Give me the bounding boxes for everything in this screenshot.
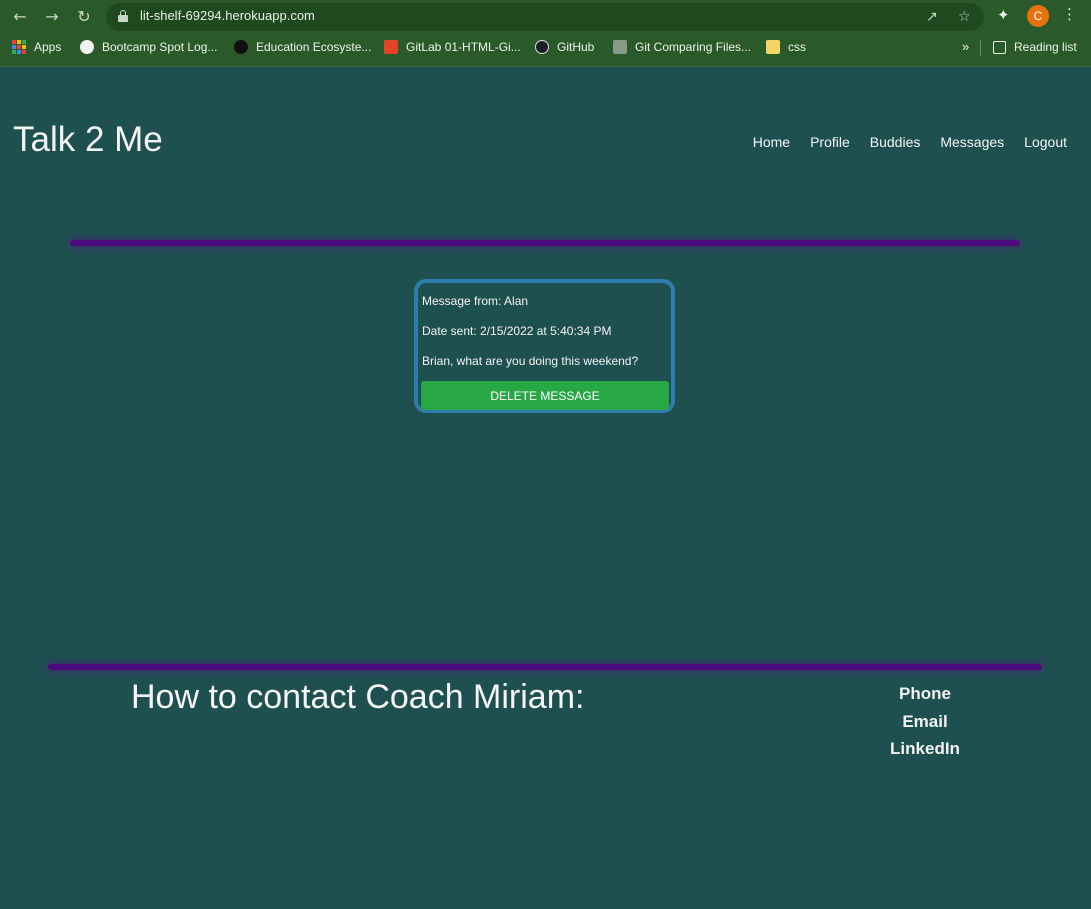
git-icon [613,40,627,54]
bookmark-css[interactable]: css [766,40,806,54]
nav-messages[interactable]: Messages [940,134,1004,150]
edu-icon [234,40,248,54]
bookmark-education-ecosystem[interactable]: Education Ecosyste... [234,40,371,54]
bookmark-github[interactable]: GitHub [535,40,594,54]
globe-icon [80,40,94,54]
contact-phone-link[interactable]: Phone [870,680,980,708]
github-icon [535,40,549,54]
bookmark-label: Education Ecosyste... [256,40,372,54]
message-card: Message from: Alan Date sent: 2/15/2022 … [414,279,675,413]
extensions-puzzle-icon[interactable]: ✦ [997,6,1010,24]
bookmarks-divider [980,40,981,56]
bookmark-label: GitLab 01-HTML-Gi... [406,40,521,54]
contact-linkedin-link[interactable]: LinkedIn [870,735,980,763]
browser-toolbar: ← → ↻ lit-shelf-69294.herokuapp.com ↗ ☆ … [0,0,1091,34]
bookmark-apps[interactable]: Apps [12,40,61,54]
delete-message-button[interactable]: DELETE MESSAGE [421,381,669,410]
address-bar[interactable]: lit-shelf-69294.herokuapp.com ↗ ☆ [106,3,984,31]
bookmarks-bar: Apps Bootcamp Spot Log... Education Ecos… [0,36,1091,60]
nav-logout[interactable]: Logout [1024,134,1067,150]
nav-home[interactable]: Home [753,134,790,150]
bookmark-gitlab[interactable]: GitLab 01-HTML-Gi... [384,40,521,54]
bookmark-label: Git Comparing Files... [635,40,752,54]
reload-icon[interactable]: ↻ [72,5,96,29]
forward-arrow-icon[interactable]: → [40,5,64,29]
back-arrow-icon[interactable]: ← [8,5,32,29]
message-body: Brian, what are you doing this weekend? [422,354,639,368]
bookmark-label: css [788,40,806,54]
message-from: Message from: Alan [422,294,529,308]
bookmark-label: Apps [34,40,62,54]
profile-avatar[interactable]: C [1027,5,1049,27]
folder-icon [766,40,780,54]
share-icon[interactable]: ↗ [926,7,938,27]
lock-icon [118,10,128,22]
url-text: lit-shelf-69294.herokuapp.com [140,8,315,23]
gitlab-icon [384,40,398,54]
reading-list-icon [993,40,1006,54]
reading-list[interactable]: Reading list [993,40,1077,54]
menu-kebab-icon[interactable]: ⋮ [1062,5,1077,23]
browser-chrome: ← → ↻ lit-shelf-69294.herokuapp.com ↗ ☆ … [0,0,1091,67]
site-brand[interactable]: Talk 2 Me [13,120,163,160]
bookmark-label: Bootcamp Spot Log... [102,40,218,54]
reading-list-label: Reading list [1014,40,1077,54]
apps-grid-icon [12,40,26,54]
bookmark-label: GitHub [557,40,595,54]
nav-buddies[interactable]: Buddies [870,134,921,150]
contact-email-link[interactable]: Email [870,708,980,736]
message-date: Date sent: 2/15/2022 at 5:40:34 PM [422,324,612,338]
main-nav: Home Profile Buddies Messages Logout [753,134,1067,150]
top-divider [70,240,1020,246]
bottom-divider [48,664,1042,670]
more-bookmarks-chevron-icon[interactable]: » [962,39,969,54]
contact-links: Phone Email LinkedIn [870,680,980,763]
bookmark-git-comparing[interactable]: Git Comparing Files... [613,40,751,54]
bookmark-bootcamp-spot[interactable]: Bootcamp Spot Log... [80,40,217,54]
nav-profile[interactable]: Profile [810,134,850,150]
contact-title: How to contact Coach Miriam: [131,678,585,716]
star-icon[interactable]: ☆ [958,7,971,27]
